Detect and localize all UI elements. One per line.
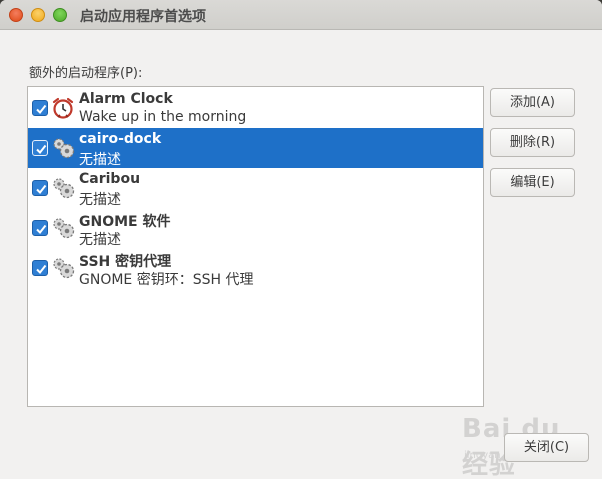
- startup-preferences-window: 启动应用程序首选项 额外的启动程序(P): Alarm Clock Wake u…: [0, 0, 602, 479]
- gear-icon: [53, 138, 75, 159]
- list-item[interactable]: Alarm Clock Wake up in the morning: [28, 88, 483, 128]
- program-description: 无描述: [79, 152, 121, 168]
- list-item[interactable]: Caribou 无描述: [28, 168, 483, 208]
- gear-icon: [53, 218, 75, 239]
- program-name: SSH 密钥代理: [79, 254, 172, 270]
- window-title: 启动应用程序首选项: [80, 9, 206, 25]
- enable-checkbox[interactable]: [32, 260, 48, 276]
- program-description: GNOME 密钥环：SSH 代理: [79, 272, 254, 286]
- check-mark-icon: [36, 144, 47, 155]
- check-mark-icon: [36, 264, 47, 275]
- check-mark-icon: [36, 104, 47, 115]
- title-bar[interactable]: 启动应用程序首选项: [0, 0, 602, 30]
- startup-programs-list[interactable]: Alarm Clock Wake up in the morning cairo…: [27, 86, 484, 407]
- edit-button[interactable]: 编辑(E): [490, 168, 575, 197]
- enable-checkbox[interactable]: [32, 180, 48, 196]
- gear-icon: [53, 258, 75, 279]
- add-button[interactable]: 添加(A): [490, 88, 575, 117]
- window-minimize-icon[interactable]: [31, 8, 45, 22]
- enable-checkbox[interactable]: [32, 220, 48, 236]
- gear-icon: [53, 178, 75, 199]
- startup-programs-label: 额外的启动程序(P):: [29, 66, 143, 81]
- list-item[interactable]: SSH 密钥代理 GNOME 密钥环：SSH 代理: [28, 248, 483, 286]
- list-item[interactable]: cairo-dock 无描述: [28, 128, 483, 168]
- program-name: cairo-dock: [79, 131, 162, 147]
- check-mark-icon: [36, 184, 47, 195]
- check-mark-icon: [36, 224, 47, 235]
- remove-button[interactable]: 删除(R): [490, 128, 575, 157]
- enable-checkbox[interactable]: [32, 140, 48, 156]
- alarm-clock-icon: [52, 97, 74, 119]
- window-maximize-icon[interactable]: [53, 8, 67, 22]
- program-name: Alarm Clock: [79, 91, 173, 107]
- window-close-icon[interactable]: [9, 8, 23, 22]
- close-button[interactable]: 关闭(C): [504, 433, 589, 462]
- program-name: GNOME 软件: [79, 214, 171, 230]
- program-description: Wake up in the morning: [79, 109, 247, 125]
- program-description: 无描述: [79, 232, 121, 248]
- enable-checkbox[interactable]: [32, 100, 48, 116]
- list-item[interactable]: GNOME 软件 无描述: [28, 208, 483, 248]
- program-name: Caribou: [79, 171, 141, 187]
- program-description: 无描述: [79, 192, 121, 208]
